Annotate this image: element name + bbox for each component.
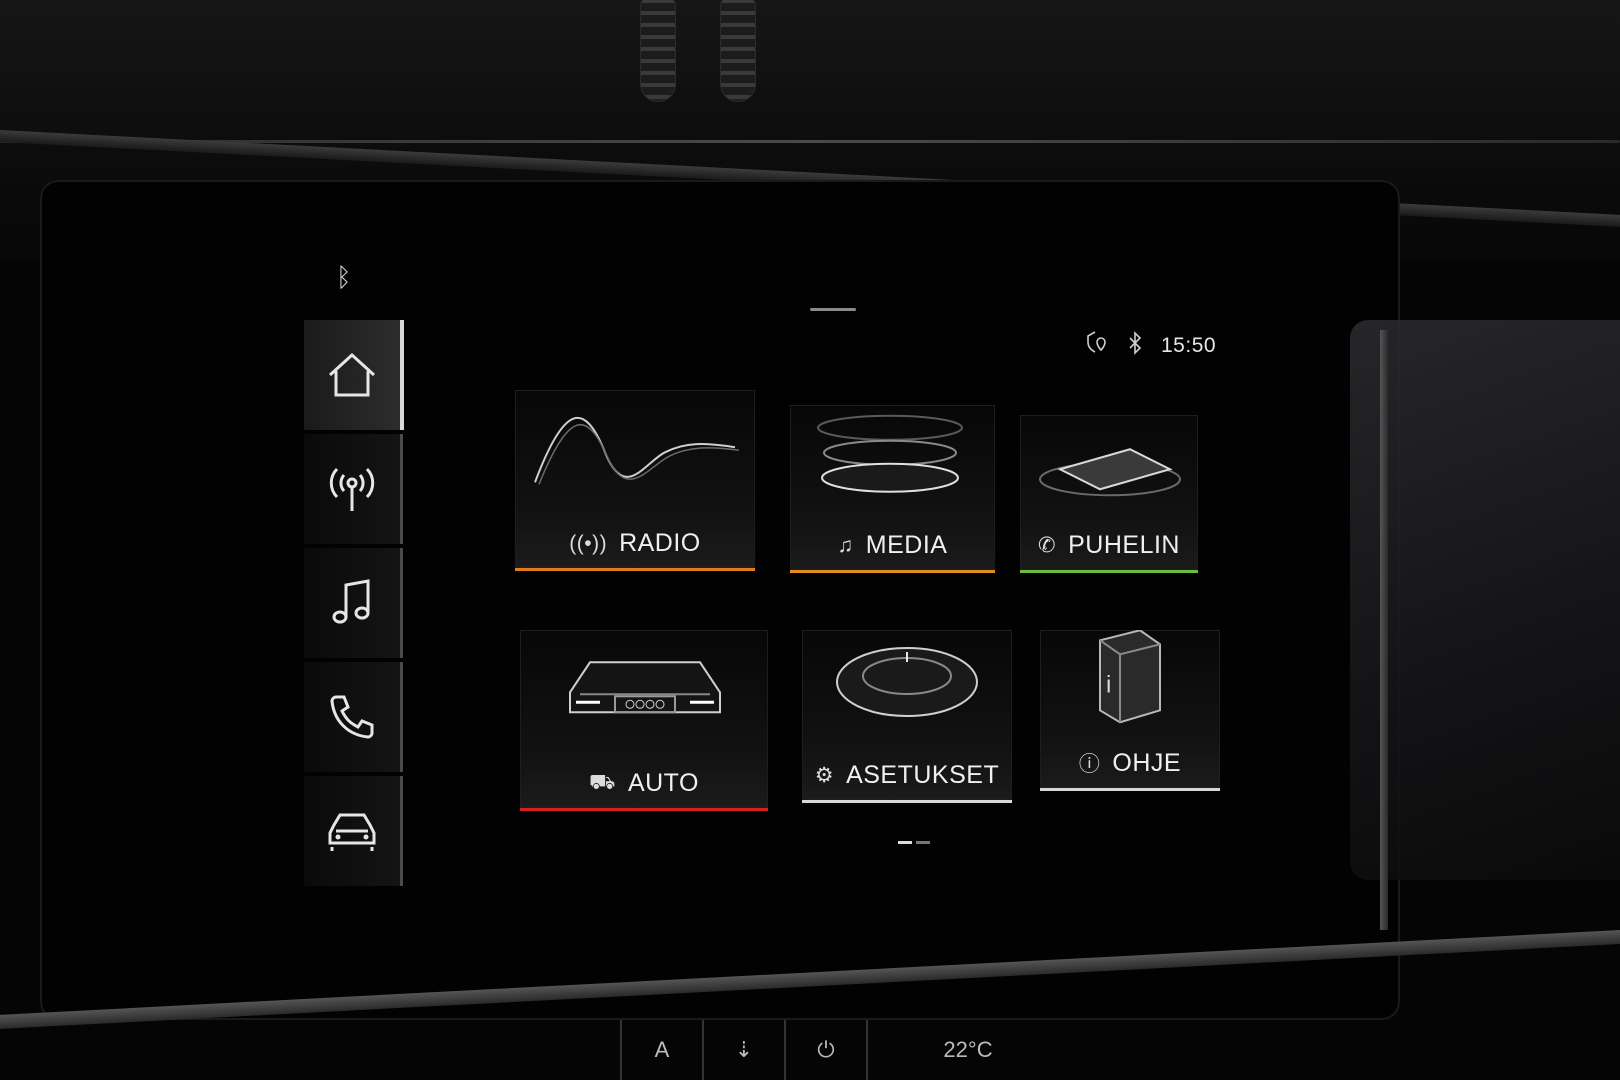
bluetooth-icon [1127, 331, 1143, 361]
pull-down-handle[interactable] [810, 308, 856, 311]
tile-label: RADIO [619, 529, 701, 557]
climate-airflow-button[interactable]: ⇣ [702, 1020, 784, 1080]
vent-wheel-right [720, 0, 756, 102]
music-note-icon [332, 579, 370, 624]
music-note-icon: ♫ [837, 533, 854, 557]
location-pin-icon [1085, 330, 1109, 362]
tile-label-row: ⛟ AUTO [520, 769, 768, 798]
radio-icon: ((•)) [569, 531, 608, 555]
climate-auto-button[interactable]: A [620, 1020, 702, 1080]
sidebar-item-media[interactable] [304, 548, 403, 658]
radio-wave-art [534, 416, 740, 485]
tile-auto[interactable]: ⛟ AUTO [520, 630, 768, 811]
tile-label: PUHELIN [1068, 531, 1180, 559]
tile-label-row: ⚙ ASETUKSET [802, 761, 1012, 790]
phone-pad-art [1039, 448, 1181, 497]
settings-dial-art [836, 647, 978, 717]
phone-icon: ✆ [1038, 534, 1057, 557]
climate-temperature: 22°C [866, 1020, 1068, 1080]
page-indicator[interactable] [898, 841, 930, 844]
climate-strip: A ⇣ ⏻ 22°C [620, 1020, 1068, 1080]
car-icon: ⛟ [589, 770, 616, 794]
sidebar-item-car[interactable] [304, 776, 403, 886]
page-dot [916, 841, 930, 844]
vent-wheel-left [640, 0, 676, 102]
gear-icon: ⚙ [814, 764, 835, 787]
clock: 15:50 [1161, 334, 1217, 357]
sidebar-item-phone[interactable] [304, 662, 403, 772]
sidebar [304, 320, 408, 890]
bluetooth-icon: ᛒ [336, 262, 352, 292]
tile-radio[interactable]: ((•)) RADIO [515, 390, 755, 571]
tile-asetukset[interactable]: ⚙ ASETUKSET [802, 630, 1012, 803]
tile-ohje[interactable]: i ⓘ OHJE [1040, 630, 1220, 791]
car-icon [328, 813, 376, 851]
car-front-art [569, 661, 721, 714]
screen-frame [40, 180, 1400, 1020]
tile-label: AUTO [627, 769, 699, 797]
tile-label-row: ((•)) RADIO [515, 529, 755, 558]
glass-reflection [1350, 320, 1620, 880]
climate-power-button[interactable]: ⏻ [784, 1020, 866, 1080]
tile-label: ASETUKSET [846, 761, 1000, 789]
tile-puhelin[interactable]: ✆ PUHELIN [1020, 415, 1198, 573]
page-dot-active [898, 841, 912, 844]
info-icon: ⓘ [1078, 753, 1101, 776]
media-disc-art [817, 414, 963, 493]
tile-label-row: ♫ MEDIA [790, 531, 995, 560]
trim-right [1380, 330, 1388, 930]
tile-label: MEDIA [865, 531, 948, 559]
sidebar-item-radio[interactable] [304, 434, 403, 544]
radio-icon [329, 467, 375, 511]
phone-icon [330, 695, 374, 739]
home-icon [328, 352, 376, 397]
info-cube-art: i [1099, 630, 1161, 724]
tile-label-row: ✆ PUHELIN [1020, 531, 1198, 560]
sidebar-item-home[interactable] [304, 320, 404, 430]
svg-text:i: i [1106, 671, 1111, 698]
status-bar: 15:50 [1085, 330, 1216, 362]
tile-label: OHJE [1112, 748, 1182, 777]
tile-label-row: ⓘ OHJE [1040, 748, 1220, 778]
tile-media[interactable]: ♫ MEDIA [790, 405, 995, 573]
